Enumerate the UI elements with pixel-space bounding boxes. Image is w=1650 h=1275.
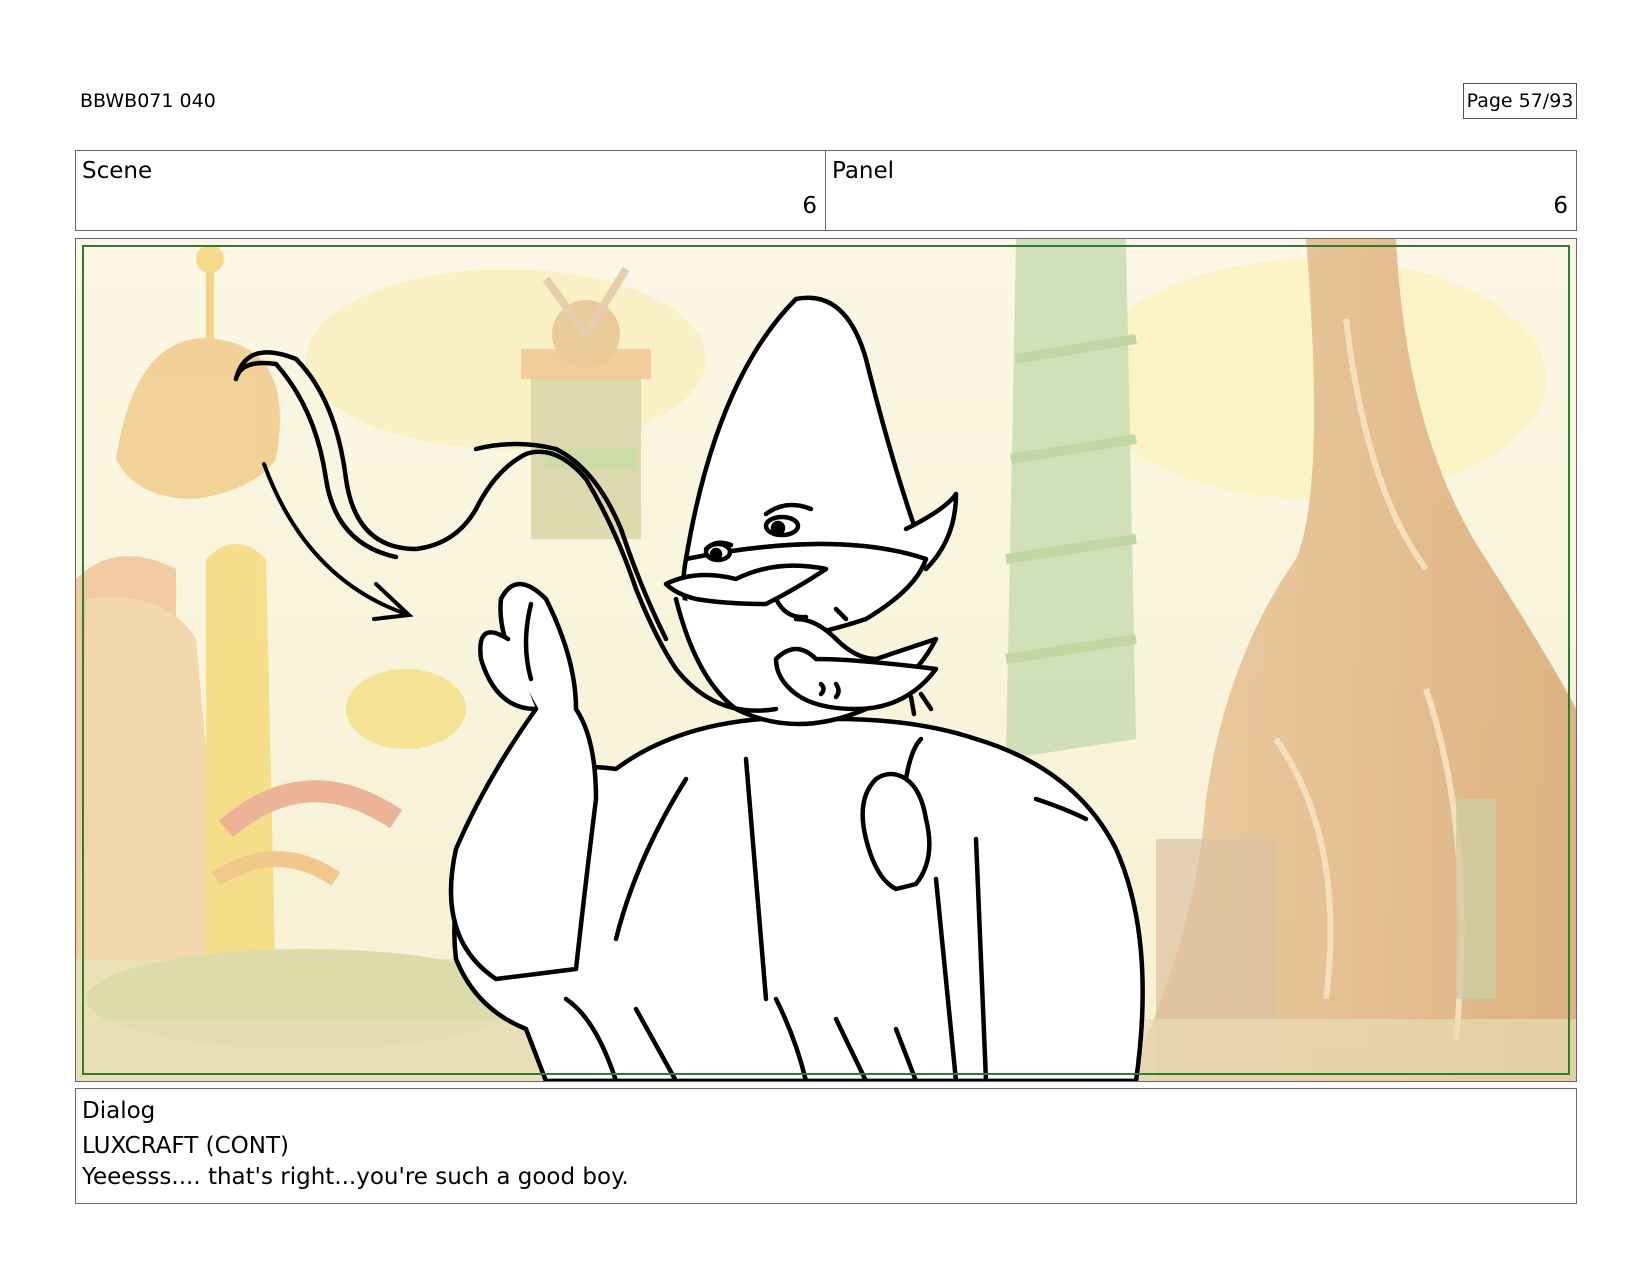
storyboard-frame: [75, 238, 1577, 1082]
panel-box: Panel 6: [825, 150, 1577, 231]
panel-label: Panel: [832, 158, 895, 184]
scene-box: Scene 6: [75, 150, 826, 231]
scene-label: Scene: [82, 158, 153, 184]
page-number: Page 57/93: [1463, 83, 1577, 119]
dialog-box: Dialog LUXCRAFT (CONT) Yeeesss.... that'…: [75, 1088, 1577, 1204]
document-id: BBWB071 040: [80, 90, 216, 112]
storyboard-drawing: [76, 239, 1576, 1081]
scene-number: 6: [802, 193, 817, 219]
dialog-speaker: LUXCRAFT (CONT): [82, 1133, 289, 1159]
panel-number: 6: [1553, 193, 1568, 219]
dialog-label: Dialog: [82, 1098, 156, 1124]
dialog-line: Yeeesss.... that's right...you're such a…: [82, 1164, 629, 1190]
